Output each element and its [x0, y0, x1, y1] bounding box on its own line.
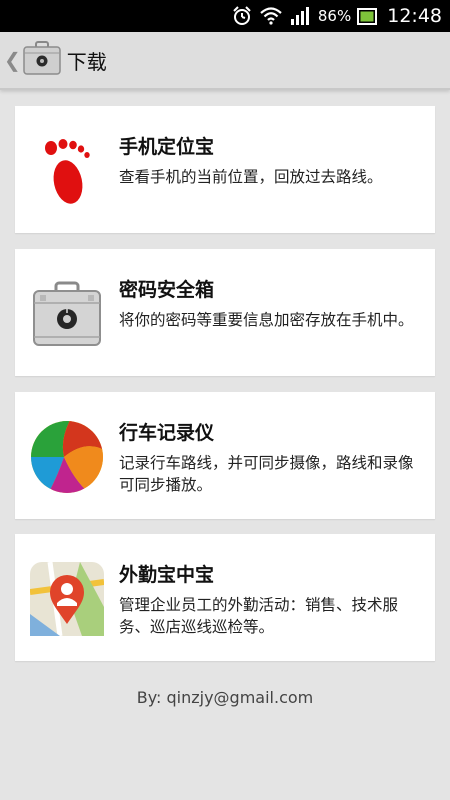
app-card-drive-recorder[interactable]: 行车记录仪 记录行车路线，并可同步摄像，路线和录像可同步播放。: [15, 392, 435, 519]
battery-icon: [357, 7, 378, 25]
app-description: 管理企业员工的外勤活动：销售、技术服务、巡店巡线巡检等。: [119, 596, 399, 636]
alarm-icon: [232, 6, 252, 26]
page-title: 下载: [66, 49, 107, 74]
color-ball-icon: [29, 419, 105, 495]
app-description: 将你的密码等重要信息加密存放在手机中。: [119, 311, 414, 329]
app-title: 密码安全箱: [119, 279, 215, 301]
app-card-password-safe[interactable]: 密码安全箱 将你的密码等重要信息加密存放在手机中。: [15, 249, 435, 376]
up-button[interactable]: ❮: [0, 31, 61, 89]
footprint-icon: [29, 133, 105, 209]
status-bar: 86% 12:48: [0, 0, 450, 32]
chevron-left-icon: ❮: [4, 48, 21, 72]
battery-percent: 86%: [317, 7, 352, 25]
clock: 12:48: [387, 5, 442, 27]
signal-icon: [290, 7, 310, 25]
app-title: 外勤宝中宝: [119, 564, 215, 586]
app-card-locator[interactable]: 手机定位宝 查看手机的当前位置，回放过去路线。: [15, 106, 435, 233]
safe-icon: [29, 276, 105, 352]
app-description: 记录行车路线，并可同步摄像，路线和录像可同步播放。: [119, 454, 414, 494]
author-footer: By: qinzjy@gmail.com: [136, 688, 314, 707]
briefcase-icon: [23, 41, 61, 79]
app-title: 行车记录仪: [119, 422, 215, 444]
wifi-icon: [260, 7, 282, 25]
map-pin-icon: [29, 561, 105, 637]
app-card-field-service[interactable]: 外勤宝中宝 管理企业员工的外勤活动：销售、技术服务、巡店巡线巡检等。: [15, 534, 435, 661]
action-bar: ❮ 下载: [0, 32, 450, 90]
app-title: 手机定位宝: [119, 136, 215, 158]
app-description: 查看手机的当前位置，回放过去路线。: [119, 168, 383, 186]
